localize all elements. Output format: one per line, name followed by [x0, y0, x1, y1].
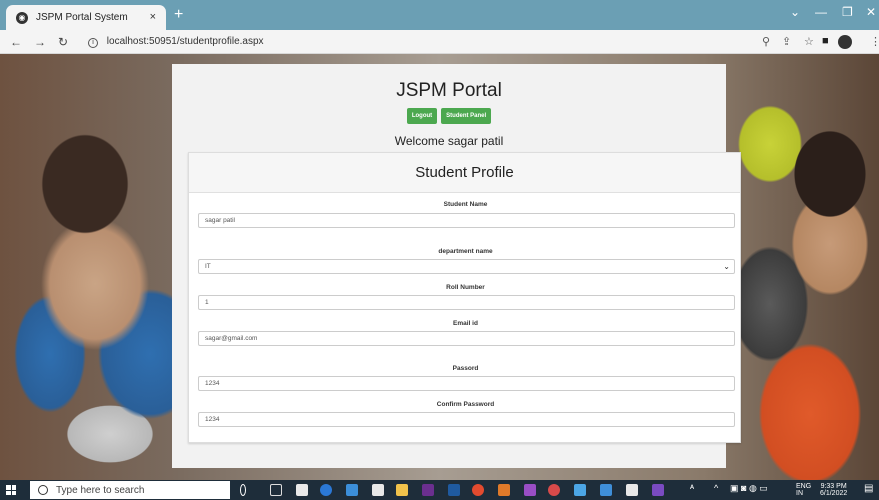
roll-number-label: Roll Number — [446, 284, 485, 291]
mail-icon[interactable] — [372, 484, 384, 496]
bookmark-star-icon[interactable]: ☆ — [804, 35, 814, 48]
student-name-input[interactable]: sagar patil — [198, 213, 735, 228]
portal-title: JSPM Portal — [396, 80, 502, 101]
tab-search-icon[interactable]: ⌄ — [790, 5, 800, 19]
email-input[interactable]: sagar@gmail.com — [198, 331, 735, 346]
minimize-button[interactable]: — — [815, 5, 827, 19]
window-icon[interactable]: ■ — [822, 35, 829, 47]
photos-icon[interactable] — [626, 484, 638, 496]
student-name-label: Student Name — [443, 201, 488, 208]
portal-panel: JSPM Portal Logout Student Panel Welcome… — [172, 64, 741, 468]
taskbar-search[interactable]: Type here to search — [30, 481, 230, 499]
confirm-password-input[interactable]: 1234 — [198, 412, 735, 427]
logout-button[interactable]: Logout — [406, 108, 438, 124]
confirm-password-label: Confirm Password — [436, 401, 495, 408]
student-panel-button[interactable]: Student Panel — [441, 108, 492, 124]
student-profile-card: Student Profile Student Name sagar patil… — [188, 152, 741, 443]
premiere-icon[interactable] — [422, 484, 434, 496]
roll-number-input[interactable]: 1 — [198, 295, 735, 310]
browser-tab[interactable]: ◉ JSPM Portal System × — [6, 5, 166, 30]
browser-tab-strip: ◉ JSPM Portal System × + ⌄ — ❐ ✕ — [0, 0, 879, 30]
close-tab-icon[interactable]: × — [150, 11, 156, 23]
windows-start-icon[interactable] — [6, 485, 16, 495]
share-icon[interactable]: ⇪ — [782, 35, 791, 48]
search-placeholder: Type here to search — [56, 484, 145, 496]
department-label: department name — [438, 248, 493, 255]
site-info-icon[interactable]: i — [88, 38, 98, 48]
department-value: IT — [205, 263, 211, 270]
password-label: Passord — [452, 365, 479, 372]
password-input[interactable]: 1234 — [198, 376, 735, 391]
edge-icon[interactable] — [320, 484, 332, 496]
url-field[interactable]: i localhost:50951/studentprofile.aspx — [88, 36, 264, 48]
language-indicator[interactable]: ENG IN — [796, 483, 811, 497]
page-background: JSPM Portal Logout Student Panel Welcome… — [0, 54, 879, 480]
restore-button[interactable]: ❐ — [842, 5, 853, 19]
zoom-icon[interactable]: ⚲ — [762, 35, 770, 48]
menu-icon[interactable]: ⋮ — [870, 35, 879, 48]
mic-icon[interactable] — [240, 484, 246, 496]
people-icon[interactable]: ᴬ — [690, 483, 694, 493]
tray-chevron-icon[interactable]: ^ — [714, 483, 718, 493]
email-label: Email id — [453, 320, 478, 327]
reload-icon[interactable]: ↻ — [58, 35, 68, 49]
url-text: localhost:50951/studentprofile.aspx — [106, 36, 264, 47]
clock[interactable]: 9:33 PM 6/1/2022 — [820, 483, 847, 497]
welcome-text: Welcome sagar patil — [394, 134, 504, 148]
windows-taskbar: Type here to search ᴬ ^ ▣ ◙ ◍ ▭ ENG IN 9:… — [0, 480, 879, 500]
store-icon[interactable] — [346, 484, 358, 496]
close-window-button[interactable]: ✕ — [866, 5, 876, 19]
app-icon[interactable] — [548, 484, 560, 496]
photoshop-icon[interactable] — [448, 484, 460, 496]
portal-actions: Logout Student Panel — [172, 108, 726, 124]
forward-icon[interactable]: → — [34, 35, 46, 49]
illustrator-icon[interactable] — [498, 484, 510, 496]
task-view-icon[interactable] — [270, 484, 282, 496]
notification-icon[interactable]: ▤ — [864, 483, 873, 494]
file-explorer-icon[interactable] — [396, 484, 408, 496]
visual-studio-icon[interactable] — [524, 484, 536, 496]
profile-heading: Student Profile — [189, 153, 740, 193]
search-icon — [38, 485, 48, 495]
department-select[interactable]: IT ⌄ — [198, 259, 735, 274]
back-icon[interactable]: ← — [10, 35, 22, 49]
app-icon-2[interactable] — [574, 484, 586, 496]
address-bar: ← → ↻ i localhost:50951/studentprofile.a… — [0, 30, 879, 54]
vs-code-icon[interactable] — [652, 484, 664, 496]
new-tab-button[interactable]: + — [174, 6, 183, 24]
profile-avatar-icon[interactable] — [838, 35, 852, 49]
chevron-down-icon: ⌄ — [723, 262, 730, 271]
site-icon: ◉ — [16, 11, 28, 24]
tab-title: JSPM Portal System — [36, 12, 128, 23]
app-icon-3[interactable] — [600, 484, 612, 496]
tray-status-icons[interactable]: ▣ ◙ ◍ ▭ — [730, 483, 768, 494]
chrome-icon[interactable] — [472, 484, 484, 496]
pen-icon[interactable] — [296, 484, 308, 496]
